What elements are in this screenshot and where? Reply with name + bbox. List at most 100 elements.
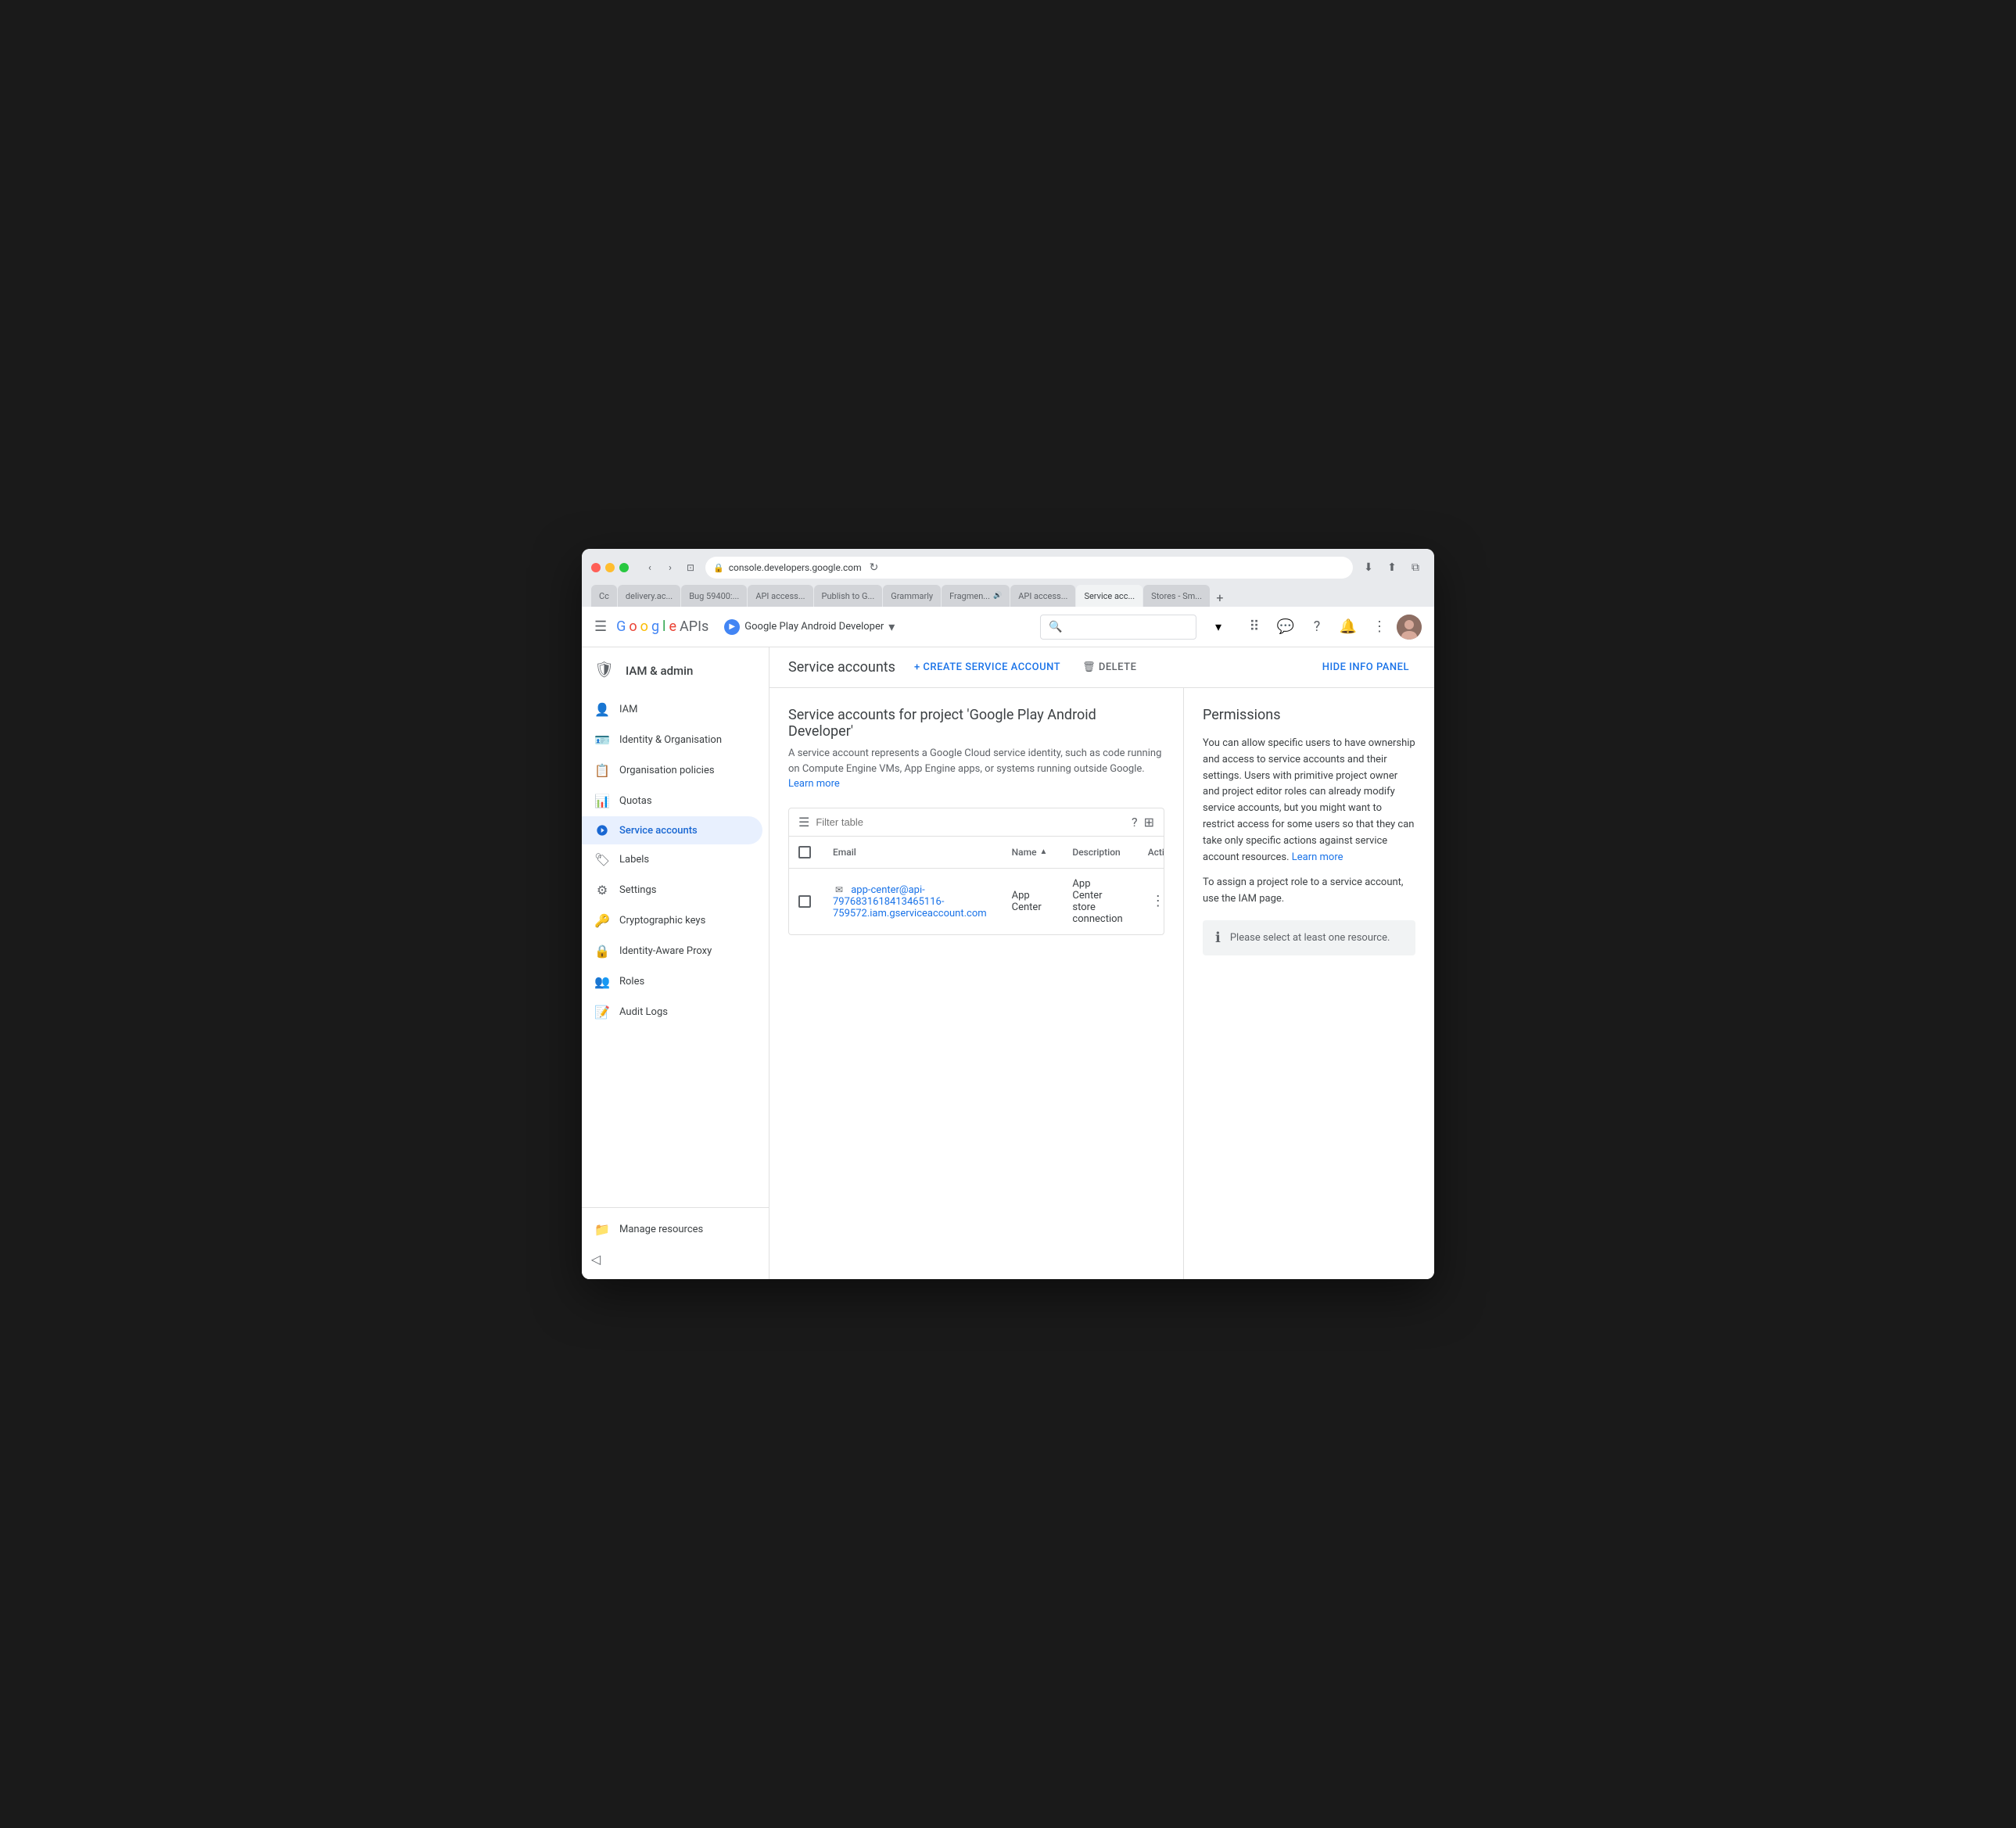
sidebar-item-label-manage-resources: Manage resources [619, 1224, 703, 1235]
help-icon[interactable]: ? [1303, 613, 1331, 641]
email-column-header: Email [820, 837, 999, 869]
tab-bug[interactable]: Bug 59400:... [681, 585, 747, 607]
table-columns-icon[interactable]: ⊞ [1144, 815, 1154, 830]
sidebar-item-org-policies[interactable]: 📋 Organisation policies [582, 755, 762, 786]
iam-page-description: To assign a project role to a service ac… [1203, 875, 1415, 908]
sidebar-bottom: 📁 Manage resources ◁ [582, 1207, 769, 1279]
page-title: Service accounts [788, 659, 895, 676]
project-name: Google Play Android Developer [744, 621, 884, 633]
row-checkbox[interactable] [798, 895, 811, 908]
download-icon[interactable]: ⬇ [1359, 558, 1378, 577]
tab-grammarly[interactable]: Grammarly [883, 585, 941, 607]
google-g-yellow: o [640, 618, 648, 635]
row-actions-menu[interactable]: ⋮ [1148, 890, 1164, 912]
chat-icon[interactable]: 💬 [1272, 613, 1300, 641]
email-cell: ✉ app-center@api-7976831618413465116-759… [820, 868, 999, 934]
google-g-blue2: g [651, 618, 659, 635]
actions-cell: ⋮ [1135, 868, 1164, 934]
hide-info-panel-button[interactable]: HIDE INFO PANEL [1316, 657, 1415, 678]
table-row: ✉ app-center@api-7976831618413465116-759… [789, 868, 1164, 934]
description-text: A service account represents a Google Cl… [788, 747, 1161, 775]
sidebar-item-identity[interactable]: 🪪 Identity & Organisation [582, 725, 762, 755]
forward-button[interactable]: › [662, 559, 679, 576]
tab-service[interactable]: Service acc... [1076, 585, 1143, 607]
google-g-red: o [629, 618, 637, 635]
email-link[interactable]: app-center@api-7976831618413465116-75957… [833, 884, 987, 919]
sidebar-item-manage-resources[interactable]: 📁 Manage resources [582, 1214, 762, 1245]
content-heading: Service accounts for project 'Google Pla… [788, 707, 1164, 740]
traffic-lights [591, 563, 629, 572]
apps-icon[interactable]: ⠿ [1240, 613, 1268, 641]
sidebar-item-identity-aware-proxy[interactable]: 🔒 Identity-Aware Proxy [582, 936, 762, 966]
tab-api2[interactable]: API access... [1010, 585, 1075, 607]
share-icon[interactable]: ⬆ [1383, 558, 1401, 577]
create-service-account-button[interactable]: + CREATE SERVICE ACCOUNT [908, 657, 1067, 678]
sidebar-item-label-iam: IAM [619, 704, 637, 715]
avatar-image [1397, 615, 1422, 640]
sidebar-item-roles[interactable]: 👥 Roles [582, 966, 762, 997]
maximize-button[interactable] [619, 563, 629, 572]
back-button[interactable]: ‹ [641, 559, 658, 576]
table-help-icon[interactable]: ? [1132, 815, 1138, 830]
project-selector[interactable]: ▶ Google Play Android Developer ▾ [718, 616, 901, 638]
collapse-sidebar-button[interactable]: ◁ [582, 1245, 610, 1273]
tab-fragment[interactable]: Fragmen... 🔊 [942, 585, 1010, 607]
main-layout: 🛡 IAM & admin 👤 IAM 🪪 Identity & Organis… [582, 647, 1434, 1279]
audio-icon: 🔊 [993, 592, 1002, 600]
search-icon: 🔍 [1049, 621, 1062, 633]
sidebar-item-settings[interactable]: ⚙ Settings [582, 875, 762, 905]
reload-icon[interactable]: ↻ [870, 561, 879, 574]
sidebar-item-service-accounts[interactable]: Service accounts [582, 816, 762, 844]
delete-button[interactable]: 🗑 DELETE [1076, 657, 1143, 678]
google-g-blue: G [616, 618, 626, 635]
iam-icon: 👤 [594, 702, 610, 717]
tab-delivery[interactable]: delivery.ac... [618, 585, 680, 607]
new-tab-button[interactable]: + [1211, 588, 1229, 607]
app-bar-icons: ⠿ 💬 ? 🔔 ⋮ [1240, 613, 1422, 641]
cryptographic-keys-icon: 🔑 [594, 913, 610, 928]
sidebar-item-labels[interactable]: 🏷 Labels [582, 844, 762, 875]
search-bar[interactable]: 🔍 [1040, 615, 1196, 640]
info-notice-text: Please select at least one resource. [1230, 932, 1390, 944]
more-options-icon[interactable]: ⋮ [1365, 613, 1394, 641]
sidebar-item-label-audit-logs: Audit Logs [619, 1006, 668, 1018]
info-panel: Permissions You can allow specific users… [1184, 688, 1434, 1279]
google-g-green: l [662, 618, 665, 635]
sidebar-item-label-identity-aware-proxy: Identity-Aware Proxy [619, 945, 712, 957]
close-button[interactable] [591, 563, 601, 572]
user-avatar[interactable] [1397, 615, 1422, 640]
main-content: Service accounts for project 'Google Pla… [769, 688, 1184, 1279]
sidebar-item-iam[interactable]: 👤 IAM [582, 694, 762, 725]
hamburger-menu-icon[interactable]: ☰ [594, 618, 607, 635]
lock-icon: 🔒 [713, 563, 724, 573]
name-cell: App Center [999, 868, 1060, 934]
tab-api1[interactable]: API access... [748, 585, 812, 607]
sidebar-item-quotas[interactable]: 📊 Quotas [582, 786, 762, 816]
browser-titlebar: ‹ › ⊡ 🔒 console.developers.google.com ↻ … [591, 557, 1425, 579]
tab-cc[interactable]: Cc [591, 585, 617, 607]
select-all-checkbox[interactable] [798, 846, 811, 858]
sidebar-item-audit-logs[interactable]: 📝 Audit Logs [582, 997, 762, 1027]
minimize-button[interactable] [605, 563, 615, 572]
learn-more-link[interactable]: Learn more [788, 778, 840, 790]
tab-publish[interactable]: Publish to G... [814, 585, 883, 607]
tab-overview-button[interactable]: ⊡ [682, 559, 699, 576]
app-bar: ☰ Google APIs ▶ Google Play Android Deve… [582, 607, 1434, 647]
tab-stores[interactable]: Stores - Sm... [1143, 585, 1210, 607]
new-window-icon[interactable]: ⧉ [1406, 558, 1425, 577]
filter-table-input[interactable] [816, 816, 1125, 828]
permissions-learn-more-link[interactable]: Learn more [1292, 851, 1343, 863]
name-sort-icon: ▲ [1040, 848, 1048, 856]
table-toolbar: ☰ ? ⊞ [789, 808, 1164, 837]
search-dropdown-button[interactable]: ▾ [1206, 615, 1231, 640]
sidebar-item-label-roles: Roles [619, 976, 644, 987]
address-bar[interactable]: 🔒 console.developers.google.com ↻ [705, 557, 1353, 579]
filter-icon: ☰ [798, 815, 809, 830]
sidebar-item-cryptographic-keys[interactable]: 🔑 Cryptographic keys [582, 905, 762, 936]
table-header-row: Email Name ▲ [789, 837, 1164, 869]
notifications-icon[interactable]: 🔔 [1334, 613, 1362, 641]
sidebar-nav: 👤 IAM 🪪 Identity & Organisation 📋 Organi… [582, 688, 769, 1207]
content-split: Service accounts for project 'Google Pla… [769, 688, 1434, 1279]
name-column-header[interactable]: Name ▲ [999, 837, 1060, 869]
description-column-header: Description [1060, 837, 1135, 869]
